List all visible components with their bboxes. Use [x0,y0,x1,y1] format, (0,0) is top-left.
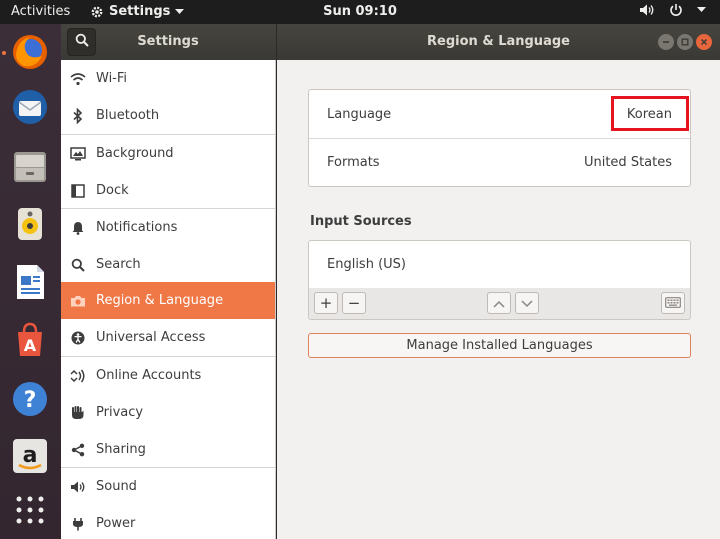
close-button[interactable] [696,34,712,50]
bluetooth-icon [70,107,86,124]
highlight-box [611,96,689,131]
firefox-icon[interactable] [10,32,50,72]
remove-input-source-button[interactable]: − [342,292,366,314]
sidebar-item-privacy[interactable]: Privacy [61,394,275,431]
sidebar-item-label: Bluetooth [96,108,160,123]
sidebar-title: Settings [137,34,199,49]
settings-sidebar: Wi-Fi Bluetooth Background Dock Notifica… [61,60,276,539]
move-up-button[interactable] [487,292,511,314]
svg-text:a: a [23,443,38,468]
sidebar-item-label: Wi-Fi [96,71,128,86]
power-icon [669,3,683,17]
formats-label: Formats [327,155,380,170]
sidebar-item-search[interactable]: Search [61,246,275,283]
libreoffice-writer-icon[interactable] [10,262,50,302]
amazon-icon[interactable]: a [10,436,50,476]
panel-title: Region & Language [427,34,570,49]
hand-icon [70,405,86,421]
move-down-button[interactable] [515,292,539,314]
sidebar-item-dock[interactable]: Dock [61,172,275,209]
thunderbird-icon[interactable] [10,87,50,127]
keyboard-layout-button[interactable] [661,292,685,314]
region-language-panel: Language Korean Formats United States In… [277,60,720,539]
minimize-button[interactable] [658,34,674,50]
formats-row[interactable]: Formats United States [309,138,690,186]
sidebar-item-label: Background [96,146,174,161]
keyboard-icon [665,294,681,312]
share-icon [70,442,86,458]
sidebar-item-label: Privacy [96,405,144,420]
input-source-label: English (US) [327,257,406,272]
sidebar-item-wifi[interactable]: Wi-Fi [61,60,275,97]
sidebar-item-label: Sharing [96,442,146,457]
camera-icon [70,293,86,309]
input-sources-list: English (US) [308,240,691,289]
system-tray[interactable] [639,3,706,17]
sidebar-item-notifications[interactable]: Notifications [61,209,275,246]
wifi-icon [70,71,86,87]
bell-icon [70,220,86,236]
top-bar: Activities Settings Sun 09:10 [0,0,720,24]
show-applications-icon[interactable] [10,490,50,530]
sidebar-item-bluetooth[interactable]: Bluetooth [61,97,275,134]
sidebar-item-label: Dock [96,183,129,198]
sidebar-item-label: Online Accounts [96,368,202,383]
background-icon [70,146,86,162]
window-headerbar: Settings Region & Language [61,24,720,60]
volume-icon [639,3,655,17]
window-controls [658,34,712,50]
speaker-icon [70,479,86,495]
language-label: Language [327,106,392,122]
input-sources-toolbar: + − [308,288,691,320]
add-input-source-button[interactable]: + [314,292,338,314]
search-icon [70,257,86,273]
sidebar-item-label: Region & Language [96,293,224,308]
accessibility-icon [70,330,86,346]
clock[interactable]: Sun 09:10 [0,4,720,19]
plug-icon [70,516,86,532]
sidebar-item-label: Sound [96,479,137,494]
sidebar-item-online-accounts[interactable]: Online Accounts [61,357,275,394]
sidebar-item-label: Universal Access [96,330,206,345]
sidebar-item-label: Power [96,516,136,531]
formats-value: United States [583,155,672,170]
software-center-icon[interactable]: A [10,320,50,360]
online-accounts-icon [70,368,86,384]
svg-text:?: ? [24,388,37,413]
sidebar-item-universal-access[interactable]: Universal Access [61,319,275,356]
sidebar-item-label: Notifications [96,220,178,235]
maximize-button[interactable] [677,34,693,50]
chevron-up-icon [493,294,505,312]
sidebar-item-region-language[interactable]: Region & Language [61,282,275,319]
sidebar-item-background[interactable]: Background [61,135,275,172]
files-icon[interactable] [10,146,50,186]
help-icon[interactable]: ? [10,379,50,419]
dock-icon [70,183,86,199]
input-sources-title: Input Sources [310,214,412,229]
manage-installed-languages-button[interactable]: Manage Installed Languages [308,333,691,358]
rhythmbox-icon[interactable] [10,204,50,244]
input-source-row[interactable]: English (US) [309,241,690,288]
sidebar-item-sharing[interactable]: Sharing [61,431,275,468]
dock: A ? a [0,24,61,539]
chevron-down-icon [521,294,533,312]
svg-text:A: A [24,336,37,355]
chevron-down-icon [697,7,706,13]
sidebar-item-sound[interactable]: Sound [61,468,275,505]
running-indicator [2,51,6,55]
sidebar-item-power[interactable]: Power [61,505,275,539]
sidebar-item-label: Search [96,257,141,272]
